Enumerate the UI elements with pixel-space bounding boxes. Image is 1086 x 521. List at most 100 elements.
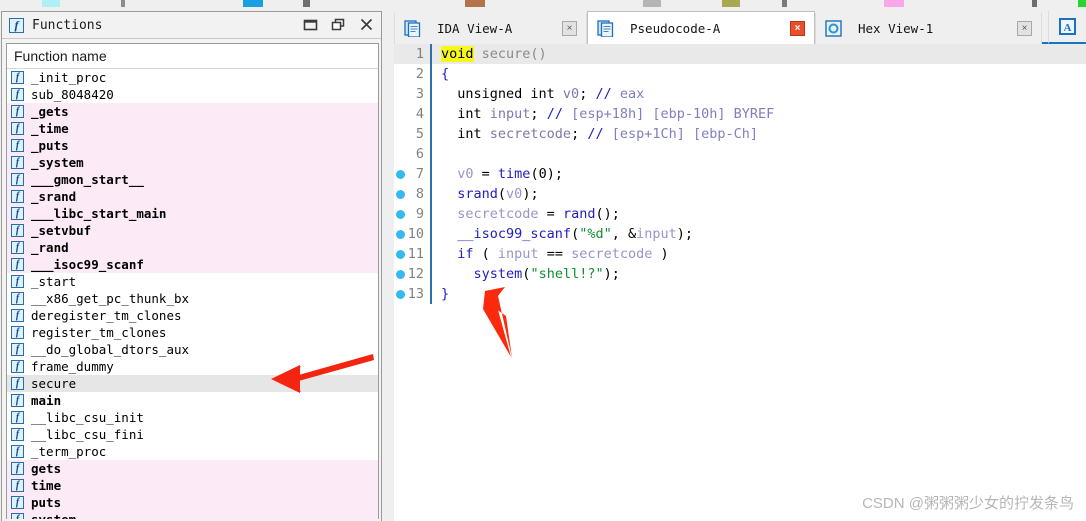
- gutter-bar: [430, 144, 432, 164]
- toolbar-icon-gray5[interactable]: [1032, 0, 1037, 7]
- toolbar-icon-blue[interactable]: [243, 0, 263, 7]
- function-row-libc_start_main[interactable]: f ___libc_start_main: [7, 205, 378, 222]
- function-row-start[interactable]: f _start: [7, 273, 378, 290]
- code-text: void secure(): [432, 44, 547, 64]
- code-token: unsigned int: [441, 86, 563, 102]
- function-name-label: _rand: [31, 240, 69, 255]
- close-icon[interactable]: [358, 16, 375, 33]
- function-row-register_tm_clones[interactable]: f register_tm_clones: [7, 324, 378, 341]
- view-tabbar[interactable]: IDA View-A × Pseudocode-A × Hex View-1 ×: [394, 11, 1086, 44]
- code-token: secretcode: [457, 206, 539, 222]
- function-f-icon: f: [11, 88, 24, 101]
- tab-ida-view-a[interactable]: IDA View-A ×: [394, 13, 587, 44]
- breakpoint-dot-icon[interactable]: [396, 230, 405, 239]
- function-name-label: ___libc_start_main: [31, 206, 167, 221]
- function-row-x86_get_pc_thunk_bx[interactable]: f __x86_get_pc_thunk_bx: [7, 290, 378, 307]
- function-row-frame_dummy[interactable]: f frame_dummy: [7, 358, 378, 375]
- code-line-13[interactable]: 13}: [394, 284, 1086, 304]
- function-row-isoc99_scanf[interactable]: f ___isoc99_scanf: [7, 256, 378, 273]
- toolbar-icon-brown[interactable]: [465, 0, 485, 7]
- tab-close-icon[interactable]: ×: [790, 20, 805, 36]
- code-line-4[interactable]: 4 int input; // [esp+18h] [ebp-10h] BYRE…: [394, 104, 1086, 124]
- code-line-3[interactable]: 3 unsigned int v0; // eax: [394, 84, 1086, 104]
- breakpoint-dot-icon[interactable]: [396, 270, 405, 279]
- code-text: {: [432, 64, 449, 84]
- function-row-time[interactable]: f time: [7, 477, 378, 494]
- ida-pro-window: f Functions Function name f _init_proc f…: [0, 0, 1086, 521]
- function-name-label: _system: [31, 155, 84, 170]
- code-token: secretcode: [571, 246, 653, 262]
- minimize-icon[interactable]: [302, 16, 319, 33]
- code-line-6[interactable]: 6: [394, 144, 1086, 164]
- function-row-sub_8048420[interactable]: f sub_8048420: [7, 86, 378, 103]
- functions-f-icon: f: [9, 17, 24, 33]
- function-row-gets[interactable]: f _gets: [7, 103, 378, 120]
- function-row-system[interactable]: f system: [7, 511, 378, 519]
- restore-icon[interactable]: [330, 16, 347, 33]
- toolbar-icon-olive[interactable]: [722, 0, 740, 7]
- function-row-term_proc[interactable]: f _term_proc: [7, 443, 378, 460]
- tab-hex-view-1[interactable]: Hex View-1 ×: [815, 13, 1042, 44]
- function-row-puts[interactable]: f _puts: [7, 137, 378, 154]
- function-row-puts[interactable]: f puts: [7, 494, 378, 511]
- toolbar-icon-green[interactable]: [1078, 0, 1086, 7]
- code-line-5[interactable]: 5 int secretcode; // [esp+1Ch] [ebp-Ch]: [394, 124, 1086, 144]
- code-line-10[interactable]: 10 __isoc99_scanf("%d", &input);: [394, 224, 1086, 244]
- breakpoint-dot-icon[interactable]: [396, 190, 405, 199]
- code-line-8[interactable]: 8 srand(v0);: [394, 184, 1086, 204]
- tab-pseudocode-a[interactable]: Pseudocode-A ×: [587, 11, 815, 44]
- function-row-gets[interactable]: f gets: [7, 460, 378, 477]
- tab-label: Hex View-1: [858, 21, 934, 36]
- breakpoint-dot-icon[interactable]: [396, 290, 405, 299]
- functions-titlebar-buttons: [302, 16, 375, 33]
- function-row-main[interactable]: f main: [7, 392, 378, 409]
- toolbar-strip: [0, 0, 1086, 11]
- code-line-12[interactable]: 12 system("shell!?");: [394, 264, 1086, 284]
- function-row-gmon_start__[interactable]: f ___gmon_start__: [7, 171, 378, 188]
- toolbar-icon-pink[interactable]: [884, 0, 904, 7]
- function-row-libc_csu_init[interactable]: f __libc_csu_init: [7, 409, 378, 426]
- function-row-rand[interactable]: f _rand: [7, 239, 378, 256]
- function-f-icon: f: [11, 309, 24, 322]
- function-row-init_proc[interactable]: f _init_proc: [7, 69, 378, 86]
- function-row-secure[interactable]: f secure: [7, 375, 378, 392]
- function-row-system[interactable]: f _system: [7, 154, 378, 171]
- code-line-2[interactable]: 2{: [394, 64, 1086, 84]
- breakpoint-dot-icon[interactable]: [396, 250, 405, 259]
- code-token: ;: [571, 126, 588, 142]
- function-row-setvbuf[interactable]: f _setvbuf: [7, 222, 378, 239]
- breakpoint-dot-icon[interactable]: [396, 210, 405, 219]
- function-row-libc_csu_fini[interactable]: f __libc_csu_fini: [7, 426, 378, 443]
- code-line-7[interactable]: 7 v0 = time(0);: [394, 164, 1086, 184]
- code-token: );: [603, 266, 620, 282]
- toolbar-icon-gray2[interactable]: [303, 0, 310, 7]
- pseudocode-view[interactable]: 1 void secure() 2{3 unsigned int v0; // ea…: [394, 44, 1086, 521]
- toolbar-icon-gray3[interactable]: [643, 0, 661, 7]
- tab-strings-window[interactable]: A: [1048, 11, 1086, 44]
- function-row-do_global_dtors_aux[interactable]: f __do_global_dtors_aux: [7, 341, 378, 358]
- code-line-1[interactable]: 1 void secure(): [394, 44, 1086, 64]
- function-row-srand[interactable]: f _srand: [7, 188, 378, 205]
- function-name-label: __libc_csu_fini: [31, 427, 144, 442]
- code-line-9[interactable]: 9 secretcode = rand();: [394, 204, 1086, 224]
- functions-list-panel[interactable]: Function name f _init_proc f sub_8048420 f _g…: [6, 43, 379, 519]
- code-line-11[interactable]: 11 if ( input == secretcode ): [394, 244, 1086, 264]
- function-row-deregister_tm_clones[interactable]: f deregister_tm_clones: [7, 307, 378, 324]
- function-name-label: sub_8048420: [31, 87, 114, 102]
- code-token: //: [587, 126, 604, 142]
- line-number: 1: [415, 46, 424, 62]
- breakpoint-dot-icon[interactable]: [396, 170, 405, 179]
- tab-close-icon[interactable]: ×: [1017, 21, 1032, 36]
- function-row-time[interactable]: f _time: [7, 120, 378, 137]
- toolbar-icon-cyan[interactable]: [42, 0, 60, 7]
- code-token: void: [441, 46, 474, 62]
- code-token: input: [497, 246, 539, 262]
- column-header-function-name[interactable]: Function name: [7, 44, 378, 69]
- function-name-label: _gets: [31, 104, 69, 119]
- toolbar-icon-gray1[interactable]: [121, 0, 125, 7]
- tab-close-icon[interactable]: ×: [562, 21, 577, 36]
- toolbar-icon-gray4[interactable]: [782, 0, 787, 7]
- function-rows[interactable]: f _init_proc f sub_8048420 f _gets f _time f _put…: [7, 69, 378, 519]
